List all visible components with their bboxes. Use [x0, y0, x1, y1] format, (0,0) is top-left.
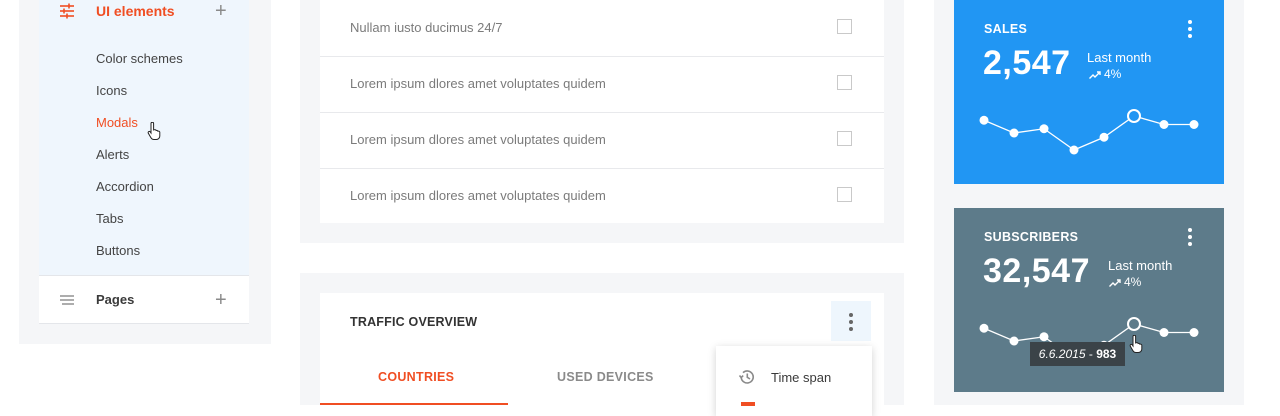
- trending-up-icon: [1109, 279, 1121, 287]
- sparkline-point[interactable]: [1069, 145, 1079, 155]
- sidebar-item-icons[interactable]: Icons: [39, 75, 249, 107]
- sparkline-point[interactable]: [1039, 332, 1049, 342]
- sidebar-item-color-schemes[interactable]: Color schemes: [39, 43, 249, 75]
- sidebar-section-pages[interactable]: Pages +: [39, 276, 249, 323]
- menu-item-label: Time span: [771, 370, 832, 385]
- sparkline-point[interactable]: [1159, 328, 1169, 337]
- task-checkbox[interactable]: [837, 19, 852, 34]
- kebab-icon[interactable]: [1188, 20, 1192, 41]
- task-checkbox[interactable]: [837, 187, 852, 202]
- sidebar-item-tabs[interactable]: Tabs: [39, 203, 249, 235]
- subscribers-trend-value: 4%: [1124, 275, 1142, 289]
- kebab-icon[interactable]: [1188, 228, 1192, 249]
- sparkline-point[interactable]: [1189, 328, 1199, 337]
- sparkline-point[interactable]: [1039, 124, 1049, 134]
- sidebar-pages-label: Pages: [96, 292, 135, 307]
- task-text: Nullam iusto ducimus 24/7: [350, 20, 503, 35]
- sidebar-section-ui-elements[interactable]: UI elements +: [39, 0, 249, 24]
- sidebar-item-buttons[interactable]: Buttons: [39, 235, 249, 267]
- lines-icon: [60, 295, 74, 305]
- task-list: Nullam iusto ducimus 24/7 Lorem ipsum dl…: [320, 0, 884, 223]
- history-icon: [738, 370, 754, 384]
- traffic-title: TRAFFIC OVERVIEW: [350, 315, 478, 329]
- sparkline-point[interactable]: [1189, 120, 1199, 129]
- tab-countries[interactable]: COUNTRIES: [378, 370, 454, 384]
- submenu-list: Color schemes Icons Modals Alerts Accord…: [39, 43, 249, 267]
- sidebar-menu: UI elements + Color schemes Icons Modals…: [39, 0, 249, 324]
- sales-trend-value: 4%: [1104, 67, 1122, 81]
- sidebar-item-modals[interactable]: Modals: [39, 107, 249, 139]
- list-item: Lorem ipsum dlores amet voluptates quide…: [320, 168, 884, 224]
- tasks-panel: Nullam iusto ducimus 24/7 Lorem ipsum dl…: [300, 0, 904, 243]
- subscribers-title: SUBSCRIBERS: [984, 230, 1079, 244]
- sliders-icon: [60, 3, 74, 19]
- sales-title: SALES: [984, 22, 1028, 36]
- list-item: Lorem ipsum dlores amet voluptates quide…: [320, 112, 884, 169]
- subscribers-period: Last month: [1108, 258, 1173, 273]
- sidebar-item-alerts[interactable]: Alerts: [39, 139, 249, 171]
- expand-plus-icon[interactable]: +: [215, 1, 227, 21]
- sales-sparkline: [979, 109, 1199, 155]
- subscribers-value: 32,547: [983, 252, 1090, 290]
- expand-plus-icon[interactable]: +: [215, 290, 227, 310]
- tab-used-devices[interactable]: USED DEVICES: [557, 370, 654, 384]
- menu-item-time-span[interactable]: Time span: [716, 360, 872, 396]
- sparkline-point[interactable]: [1127, 109, 1141, 123]
- subscribers-trend: 4%: [1109, 275, 1141, 289]
- task-checkbox[interactable]: [837, 131, 852, 146]
- sidebar-section-label: UI elements: [96, 3, 175, 19]
- sparkline-point[interactable]: [1009, 128, 1019, 138]
- options-dropdown: Time span: [716, 346, 872, 416]
- trending-up-icon: [1089, 71, 1101, 79]
- chart-tooltip: 6.6.2015 - 983: [1030, 342, 1125, 366]
- task-checkbox[interactable]: [837, 75, 852, 90]
- kebab-icon: [849, 313, 853, 334]
- sparkline-point[interactable]: [979, 323, 989, 333]
- sparkline-point[interactable]: [1099, 132, 1109, 142]
- more-options-button[interactable]: [831, 301, 871, 341]
- sidebar-item-accordion[interactable]: Accordion: [39, 171, 249, 203]
- tooltip-value: 983: [1096, 347, 1117, 361]
- sparkline-point[interactable]: [1127, 317, 1141, 331]
- divider: [39, 323, 249, 324]
- list-item: Lorem ipsum dlores amet voluptates quide…: [320, 56, 884, 113]
- hand-cursor-icon: [147, 122, 161, 140]
- tooltip-date: 6.6.2015: [1038, 347, 1086, 361]
- sparkline-point[interactable]: [1159, 120, 1169, 129]
- task-text: Lorem ipsum dlores amet voluptates quide…: [350, 188, 606, 203]
- hand-cursor-icon: [1129, 335, 1143, 353]
- task-text: Lorem ipsum dlores amet voluptates quide…: [350, 76, 606, 91]
- list-item: Nullam iusto ducimus 24/7: [320, 0, 884, 57]
- next-item-icon: [741, 402, 755, 406]
- task-text: Lorem ipsum dlores amet voluptates quide…: [350, 132, 606, 147]
- sparkline-point[interactable]: [979, 115, 989, 125]
- sparkline-point[interactable]: [1009, 336, 1019, 346]
- sales-period: Last month: [1087, 50, 1152, 65]
- sales-value: 2,547: [983, 44, 1071, 82]
- sales-card: SALES 2,547 Last month 4%: [954, 0, 1224, 184]
- sales-trend: 4%: [1089, 67, 1121, 81]
- tooltip-separator: -: [1088, 347, 1093, 361]
